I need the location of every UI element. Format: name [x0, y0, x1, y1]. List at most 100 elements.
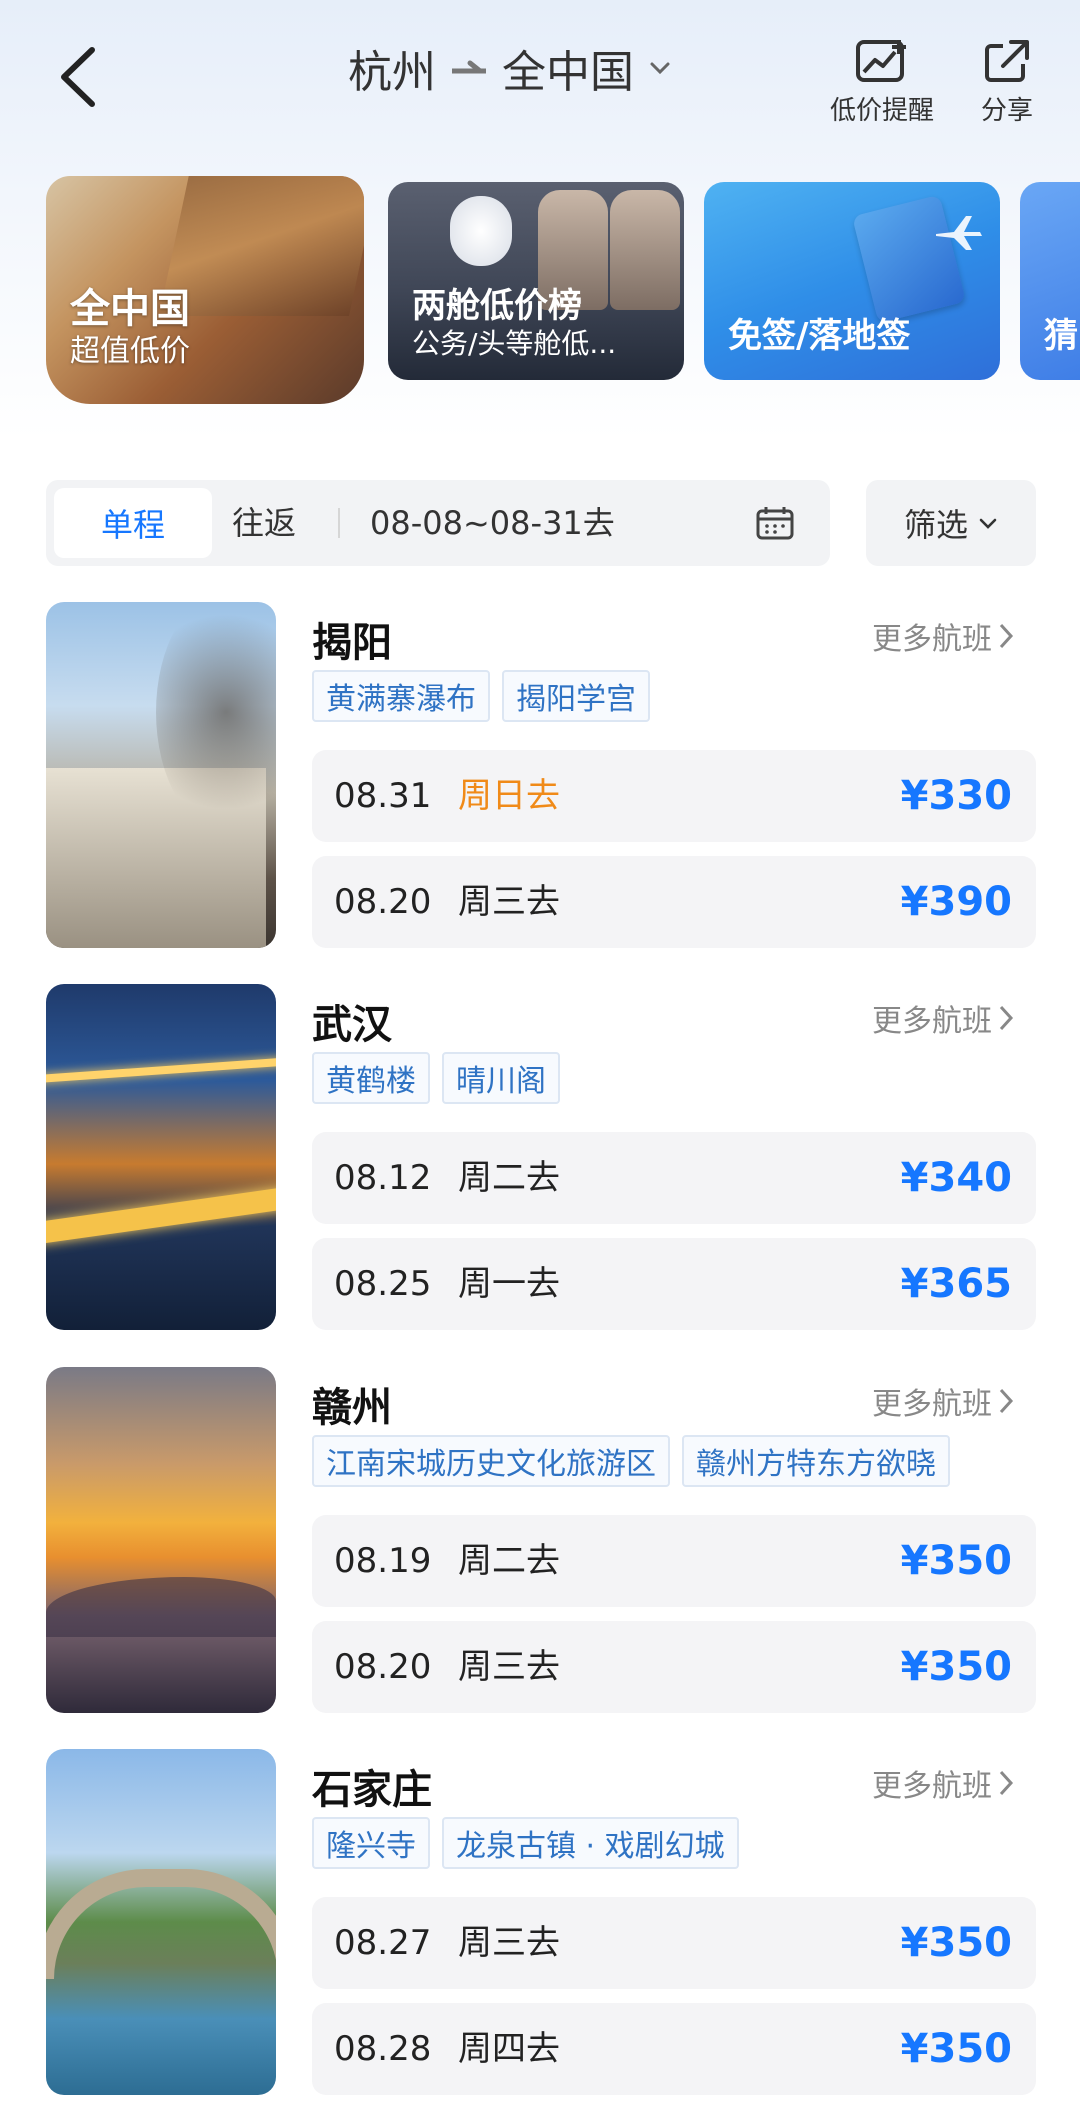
chevron-right-icon — [999, 1005, 1014, 1031]
attraction-tag[interactable]: 晴川阁 — [442, 1052, 560, 1104]
attraction-tag[interactable]: 黄满寨瀑布 — [312, 670, 490, 722]
more-flights-link[interactable]: 更多航班 — [872, 1761, 1014, 1805]
more-flights-label: 更多航班 — [872, 1769, 992, 1804]
banner-title: 两舱低价榜 — [412, 286, 582, 326]
flight-price: ¥365 — [900, 1261, 1012, 1307]
more-flights-link[interactable]: 更多航班 — [872, 1379, 1014, 1423]
flight-price: ¥350 — [900, 2026, 1012, 2072]
flight-weekday: 周二去 — [458, 1158, 560, 1198]
chevron-down-icon — [650, 62, 670, 75]
banner-premium-cabin[interactable]: 两舱低价榜 公务/头等舱低... — [388, 182, 684, 380]
attraction-tag[interactable]: 江南宋城历史文化旅游区 — [312, 1435, 670, 1487]
round-trip-tab[interactable]: 往返 — [232, 480, 296, 566]
flight-row[interactable]: 08.20 周三去 ¥390 — [312, 856, 1036, 948]
origin-city: 杭州 — [348, 47, 436, 98]
attraction-tag[interactable]: 黄鹤楼 — [312, 1052, 430, 1104]
flight-row[interactable]: 08.27 周三去 ¥350 — [312, 1897, 1036, 1989]
chevron-down-icon — [979, 518, 997, 529]
flight-price: ¥390 — [900, 879, 1012, 925]
route-arrow-icon — [452, 60, 486, 74]
flight-weekday: 周四去 — [458, 2029, 560, 2069]
more-flights-label: 更多航班 — [872, 622, 992, 657]
flight-date: 08.25 — [334, 1264, 432, 1304]
flight-date: 08.20 — [334, 1647, 432, 1687]
flight-row[interactable]: 08.28 周四去 ¥350 — [312, 2003, 1036, 2095]
flight-row[interactable]: 08.20 周三去 ¥350 — [312, 1621, 1036, 1713]
chevron-right-icon — [999, 1770, 1014, 1796]
attraction-tag[interactable]: 隆兴寺 — [312, 1817, 430, 1869]
chevron-right-icon — [999, 1388, 1014, 1414]
flight-price: ¥350 — [900, 1644, 1012, 1690]
destination-photo — [46, 1367, 276, 1713]
destination-photo — [46, 602, 276, 948]
flight-weekday: 周一去 — [458, 1264, 560, 1304]
attraction-tags: 隆兴寺 龙泉古镇 · 戏剧幻城 — [312, 1817, 739, 1869]
airplane-window-image — [450, 196, 512, 266]
attraction-tags: 黄满寨瀑布 揭阳学宫 — [312, 670, 650, 722]
attraction-tag[interactable]: 赣州方特东方欲晓 — [682, 1435, 950, 1487]
price-alert-button[interactable]: 低价提醒 — [822, 38, 942, 127]
destination-card[interactable]: 赣州 更多航班 江南宋城历史文化旅游区 赣州方特东方欲晓 08.19 周二去 ¥… — [0, 1367, 1080, 1717]
banner-more[interactable]: 猜 — [1020, 182, 1080, 380]
destination-photo — [46, 1749, 276, 2095]
flight-date: 08.12 — [334, 1158, 432, 1198]
flight-date: 08.19 — [334, 1541, 432, 1581]
share-button[interactable]: 分享 — [972, 38, 1042, 127]
trip-type-and-date-bar: 单程 往返 08-08~08-31去 — [46, 480, 830, 566]
more-flights-link[interactable]: 更多航班 — [872, 614, 1014, 658]
flight-row[interactable]: 08.12 周二去 ¥340 — [312, 1132, 1036, 1224]
city-name: 赣州 — [312, 1385, 392, 1431]
more-flights-label: 更多航班 — [872, 1387, 992, 1422]
attraction-tag[interactable]: 揭阳学宫 — [502, 670, 650, 722]
destination-card[interactable]: 揭阳 更多航班 黄满寨瀑布 揭阳学宫 08.31 周日去 ¥330 08.20 … — [0, 602, 1080, 952]
attraction-tags: 黄鹤楼 晴川阁 — [312, 1052, 560, 1104]
destination-photo — [46, 984, 276, 1330]
destination-card[interactable]: 石家庄 更多航班 隆兴寺 龙泉古镇 · 戏剧幻城 08.27 周三去 ¥350 … — [0, 1749, 1080, 2099]
flight-price: ¥330 — [900, 773, 1012, 819]
price-alert-label: 低价提醒 — [829, 96, 934, 126]
more-flights-link[interactable]: 更多航班 — [872, 996, 1014, 1040]
airplane-icon — [936, 216, 982, 250]
attraction-tags: 江南宋城历史文化旅游区 赣州方特东方欲晓 — [312, 1435, 950, 1487]
attraction-tag[interactable]: 龙泉古镇 · 戏剧幻城 — [442, 1817, 739, 1869]
filter-label: 筛选 — [903, 506, 968, 544]
flight-weekday: 周三去 — [458, 882, 560, 922]
flight-price: ¥340 — [900, 1155, 1012, 1201]
flight-row[interactable]: 08.19 周二去 ¥350 — [312, 1515, 1036, 1607]
calendar-icon[interactable] — [756, 506, 794, 540]
flight-weekday: 周二去 — [458, 1541, 560, 1581]
flight-date: 08.31 — [334, 776, 432, 816]
banner-title: 猜 — [1044, 316, 1078, 356]
route-title[interactable]: 杭州 全中国 — [300, 36, 720, 100]
share-icon — [985, 40, 1029, 82]
banner-all-china[interactable]: 全中国 超值低价 — [46, 176, 364, 404]
flight-row[interactable]: 08.25 周一去 ¥365 — [312, 1238, 1036, 1330]
flight-row[interactable]: 08.31 周日去 ¥330 — [312, 750, 1036, 842]
flight-weekday: 周三去 — [458, 1923, 560, 1963]
flight-date: 08.28 — [334, 2029, 432, 2069]
banner-subtitle: 超值低价 — [70, 334, 190, 369]
filter-button[interactable]: 筛选 — [866, 480, 1036, 566]
divider — [338, 508, 340, 538]
back-arrow-icon[interactable] — [52, 44, 108, 110]
price-alert-icon — [856, 40, 906, 82]
city-name: 石家庄 — [312, 1767, 432, 1813]
one-way-tab[interactable]: 单程 — [54, 488, 212, 558]
destination-city: 全中国 — [502, 47, 634, 98]
flight-price: ¥350 — [900, 1920, 1012, 1966]
flight-weekday: 周日去 — [458, 776, 560, 816]
share-label: 分享 — [980, 96, 1033, 126]
destination-card[interactable]: 武汉 更多航班 黄鹤楼 晴川阁 08.12 周二去 ¥340 08.25 周一去… — [0, 984, 1080, 1334]
banner-subtitle: 公务/头等舱低... — [412, 327, 617, 360]
flight-weekday: 周三去 — [458, 1647, 560, 1687]
seat-image — [610, 190, 680, 310]
city-name: 揭阳 — [312, 620, 392, 666]
flight-price: ¥350 — [900, 1538, 1012, 1584]
city-name: 武汉 — [312, 1002, 392, 1048]
flight-date: 08.20 — [334, 882, 432, 922]
chevron-right-icon — [999, 623, 1014, 649]
date-range-selector[interactable]: 08-08~08-31去 — [370, 480, 615, 566]
banner-title: 免签/落地签 — [728, 316, 911, 356]
flight-date: 08.27 — [334, 1923, 432, 1963]
banner-visa-free[interactable]: 免签/落地签 — [704, 182, 1000, 380]
